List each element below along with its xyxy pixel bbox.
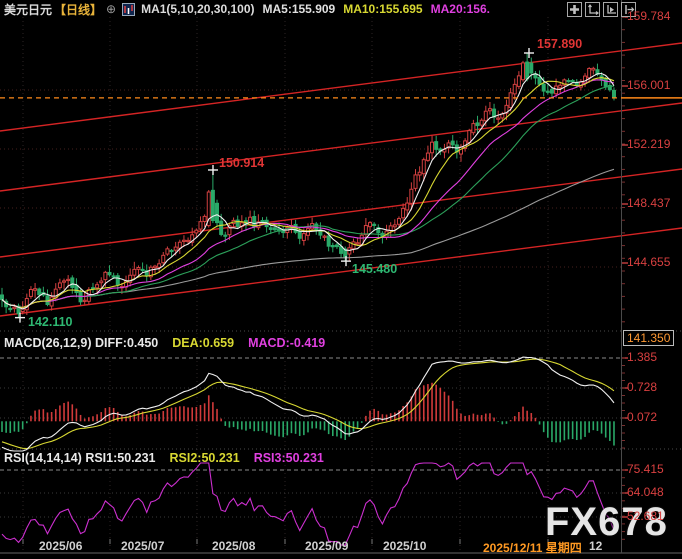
price-axis-label: 1.385 [627, 350, 657, 364]
ma5-value: MA5:155.909 [263, 2, 336, 16]
macd-title-and-diff: MACD(26,12,9) DIFF:0.450 [4, 336, 158, 350]
y-axis-scale-icon[interactable] [585, 2, 600, 17]
timeframe-label[interactable]: 【日线】 [54, 1, 102, 18]
ma20-value: MA20:156. [431, 2, 490, 16]
macd-plot [2, 357, 614, 451]
price-axis-label: 0.072 [627, 410, 657, 424]
rsi-plot [2, 463, 614, 545]
macd-label-row: MACD(26,12,9) DIFF:0.450 DEA:0.659 MACD:… [4, 336, 325, 350]
rsi-label-row: RSI(14,14,14) RSI1:50.231 RSI2:50.231 RS… [4, 451, 324, 465]
mini-chart-icon [122, 3, 135, 16]
candlestick-plot [0, 43, 682, 318]
chart-toolbar [567, 2, 636, 17]
rsi3-value: RSI3:50.231 [254, 451, 324, 465]
price-axis-label: 52.681 [627, 509, 664, 523]
price-axis-label: 152.219 [627, 137, 670, 151]
price-axis-label: 64.048 [627, 485, 664, 499]
x-axis-partial-month-label: 12 [589, 539, 602, 553]
rsi-title-and-rsi1: RSI(14,14,14) RSI1:50.231 [4, 451, 156, 465]
price-axis-label: 144.655 [627, 255, 670, 269]
x-axis-current-date-label: 2025/12/11 星期四 [483, 539, 582, 556]
swing-high-label: 157.890 [537, 37, 582, 51]
macd-diff-value: DIFF:0.450 [95, 336, 158, 350]
macd-macd-value: MACD:-0.419 [248, 336, 325, 350]
ma-settings-label: MA1(5,10,20,30,100) [141, 2, 254, 16]
price-axis-label: 148.437 [627, 196, 670, 210]
x-axis-month-label: 2025/09 [305, 539, 348, 553]
title-bar: 美元日元 【日线】 ⊕ MA1(5,10,20,30,100) MA5:155.… [4, 1, 490, 17]
swing-high-label: 150.914 [219, 156, 264, 170]
rsi2-value: RSI2:50.231 [170, 451, 240, 465]
x-axis-month-label: 2025/07 [121, 539, 164, 553]
rsi-title: RSI(14,14,14) [4, 451, 82, 465]
x-axis-month-label: 2025/10 [383, 539, 426, 553]
move-icon[interactable] [567, 2, 582, 17]
macd-title: MACD(26,12,9) [4, 336, 92, 350]
x-axis-month-label: 2025/08 [212, 539, 255, 553]
price-axis-label: 156.001 [627, 78, 670, 92]
ma10-value: MA10:155.695 [343, 2, 422, 16]
chart-window: 美元日元 【日线】 ⊕ MA1(5,10,20,30,100) MA5:155.… [0, 0, 682, 559]
swing-low-label: 145.480 [352, 262, 397, 276]
chart-canvas[interactable] [0, 0, 682, 559]
price-axis-label: 75.415 [627, 462, 664, 476]
link-icon[interactable]: ⊕ [106, 2, 116, 16]
x-axis-month-label: 2025/06 [39, 539, 82, 553]
macd-dea-value: DEA:0.659 [172, 336, 234, 350]
rsi1-value: RSI1:50.231 [85, 451, 155, 465]
swing-low-label: 142.110 [28, 315, 73, 329]
x-axis-pan-icon[interactable] [603, 2, 618, 17]
main-panel-bottom-price-label: 141.350 [623, 330, 674, 346]
price-axis-label: 0.728 [627, 380, 657, 394]
symbol-name: 美元日元 [4, 1, 52, 18]
price-axis-label: 159.784 [627, 9, 670, 23]
